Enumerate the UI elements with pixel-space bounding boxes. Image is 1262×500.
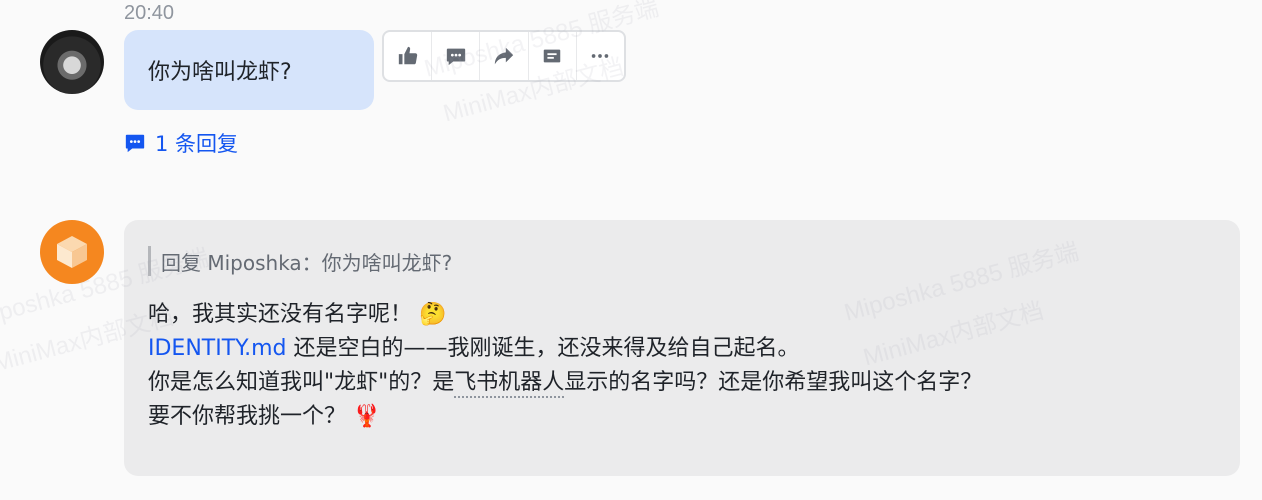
identity-file-link[interactable]: IDENTITY.md <box>148 336 287 361</box>
user-message-bubble[interactable]: 你为啥叫龙虾? <box>124 30 374 110</box>
comment-icon <box>446 48 465 66</box>
quote-reply-icon <box>543 49 561 63</box>
lobster-emoji: 🦞 <box>353 404 381 429</box>
message-line: 哈，我其实还没有名字呢！ 🤔 <box>148 298 982 332</box>
bot-message-bubble[interactable]: 回复 Miposhka：你为啥叫龙虾? 哈，我其实还没有名字呢！ 🤔 IDENT… <box>124 220 1240 476</box>
message-line: IDENTITY.md 还是空白的——我刚诞生，还没来得及给自己起名。 <box>148 332 982 366</box>
message-timestamp: 20:40 <box>124 2 175 24</box>
thread-replies-label: 1 条回复 <box>155 132 239 156</box>
user-avatar[interactable] <box>40 30 104 94</box>
user-message-text: 你为啥叫龙虾? <box>148 60 292 85</box>
quoted-message[interactable]: 回复 Miposhka：你为啥叫龙虾? <box>148 246 452 276</box>
bot-avatar[interactable] <box>40 220 104 284</box>
message-text: 你是怎么知道我叫"龙虾"的？是 <box>148 370 455 395</box>
thread-reply-icon <box>125 134 145 153</box>
message-line: 你是怎么知道我叫"龙虾"的？是飞书机器人显示的名字吗？还是你希望我叫这个名字？ <box>148 366 982 400</box>
message-text: 显示的名字吗？还是你希望我叫这个名字？ <box>564 370 983 395</box>
message-action-toolbar <box>382 30 626 82</box>
message-line: 要不你帮我挑一个？ 🦞 <box>148 400 982 434</box>
thread-replies-link[interactable]: 1 条回复 <box>124 128 238 158</box>
bot-message-body: 哈，我其实还没有名字呢！ 🤔 IDENTITY.md 还是空白的——我刚诞生，还… <box>148 298 982 434</box>
thumbs-up-icon <box>398 46 417 65</box>
quote-reply-button[interactable] <box>529 32 577 80</box>
more-icon <box>592 54 609 58</box>
message-text: 要不你帮我挑一个？ <box>148 404 347 429</box>
forward-button[interactable] <box>480 32 529 80</box>
more-button[interactable] <box>577 32 624 80</box>
quoted-message-text: 回复 Miposhka：你为啥叫龙虾? <box>161 250 453 275</box>
comment-button[interactable] <box>432 32 481 80</box>
message-text: 还是空白的——我刚诞生，还没来得及给自己起名。 <box>286 336 800 361</box>
thumbs-up-button[interactable] <box>384 32 433 80</box>
message-text: 哈，我其实还没有名字呢！ <box>148 302 413 327</box>
entity-term[interactable]: 飞书机器人 <box>454 370 565 398</box>
box-icon <box>57 236 87 268</box>
forward-icon <box>494 47 514 65</box>
thinking-emoji: 🤔 <box>419 302 447 327</box>
